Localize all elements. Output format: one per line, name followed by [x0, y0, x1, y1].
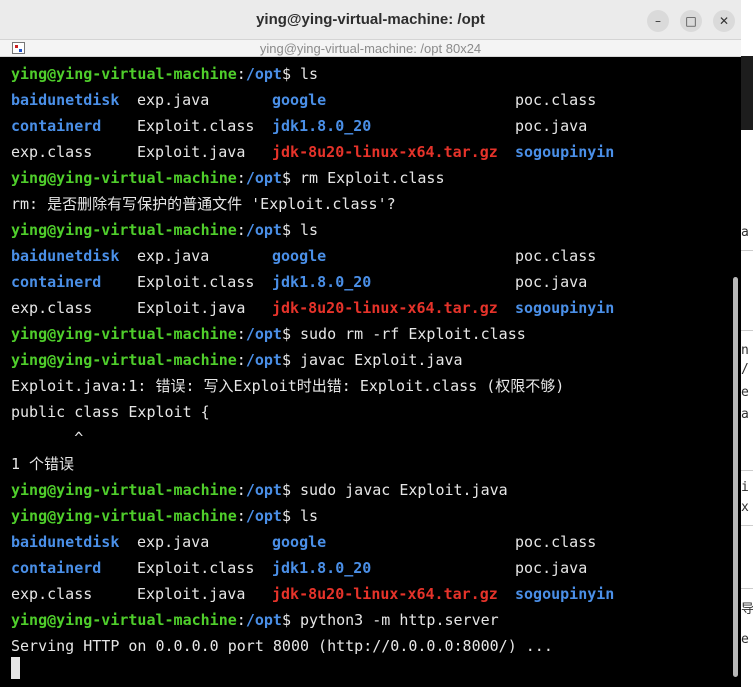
listing-item: poc.class: [515, 247, 597, 265]
prompt-line: ying@ying-virtual-machine:/opt$ python3 …: [11, 611, 499, 629]
command-text: sudo javac Exploit.java: [300, 481, 508, 499]
listing-item: google: [272, 533, 327, 551]
ls-row: containerd Exploit.class jdk1.8.0_20 poc…: [11, 269, 731, 295]
listing-item: poc.class: [515, 91, 597, 109]
listing-item: jdk-8u20-linux-x64.tar.gz: [272, 299, 498, 317]
scrollbar-thumb[interactable]: [733, 277, 738, 677]
ls-row: baidunetdisk exp.java google poc.class: [11, 529, 731, 555]
listing-item: exp.class: [11, 585, 93, 603]
window-title: ying@ying-virtual-machine: /opt: [256, 11, 485, 28]
listing-item: sogoupinyin: [515, 585, 615, 603]
listing-item: Exploit.java: [137, 585, 246, 603]
listing-item: Exploit.java: [137, 299, 246, 317]
ls-row: baidunetdisk exp.java google poc.class: [11, 243, 731, 269]
listing-item: exp.java: [137, 91, 210, 109]
output-line: Serving HTTP on 0.0.0.0 port 8000 (http:…: [11, 637, 553, 655]
ls-row: baidunetdisk exp.java google poc.class: [11, 87, 731, 113]
listing-item: baidunetdisk: [11, 247, 120, 265]
listing-item: google: [272, 247, 327, 265]
output-line: public class Exploit {: [11, 403, 210, 421]
ls-row: exp.class Exploit.java jdk-8u20-linux-x6…: [11, 581, 731, 607]
terminal-window: ying@ying-virtual-machine: /opt – □ ✕ yi…: [0, 0, 741, 687]
command-text: ls: [300, 507, 319, 525]
ls-row: exp.class Exploit.java jdk-8u20-linux-x6…: [11, 295, 731, 321]
listing-item: containerd: [11, 559, 102, 577]
listing-item: poc.java: [515, 273, 588, 291]
background-window-right: a n / e a i x 导 e: [741, 0, 753, 687]
listing-item: Exploit.java: [137, 143, 246, 161]
command-text: rm Exploit.class: [300, 169, 445, 187]
prompt-line: ying@ying-virtual-machine:/opt$ sudo rm …: [11, 325, 526, 343]
prompt-line: ying@ying-virtual-machine:/opt$ ls: [11, 221, 319, 239]
command-text: javac Exploit.java: [300, 351, 463, 369]
ls-row: containerd Exploit.class jdk1.8.0_20 poc…: [11, 555, 731, 581]
listing-item: poc.java: [515, 559, 588, 577]
maximize-icon[interactable]: □: [680, 10, 702, 32]
minimize-icon[interactable]: –: [647, 10, 669, 32]
listing-item: Exploit.class: [137, 559, 255, 577]
prompt-path: /opt: [245, 65, 282, 83]
listing-item: jdk-8u20-linux-x64.tar.gz: [272, 585, 498, 603]
prompt-line: ying@ying-virtual-machine:/opt$ sudo jav…: [11, 481, 508, 499]
listing-item: poc.java: [515, 117, 588, 135]
listing-item: containerd: [11, 273, 102, 291]
listing-item: Exploit.class: [137, 117, 255, 135]
ls-row: containerd Exploit.class jdk1.8.0_20 poc…: [11, 113, 731, 139]
listing-item: exp.java: [137, 247, 210, 265]
listing-item: sogoupinyin: [515, 143, 615, 161]
prompt-line: ying@ying-virtual-machine:/opt$ ls: [11, 507, 319, 525]
listing-item: exp.class: [11, 143, 93, 161]
listing-item: google: [272, 91, 327, 109]
command-text: ls: [300, 221, 319, 239]
prompt-user-host: ying@ying-virtual-machine: [11, 65, 237, 83]
output-line: Exploit.java:1: 错误: 写入Exploit时出错: Exploi…: [11, 377, 565, 395]
listing-item: exp.class: [11, 299, 93, 317]
command-text: python3 -m http.server: [300, 611, 499, 629]
terminal-output[interactable]: ying@ying-virtual-machine:/opt$ ls baidu…: [0, 57, 741, 687]
prompt-line: ying@ying-virtual-machine:/opt$ javac Ex…: [11, 351, 463, 369]
listing-item: baidunetdisk: [11, 91, 120, 109]
prompt-line: ying@ying-virtual-machine:/opt$ rm Explo…: [11, 169, 445, 187]
listing-item: poc.class: [515, 533, 597, 551]
output-line: rm: 是否删除有写保护的普通文件 'Exploit.class'?: [11, 195, 396, 213]
prompt-line: ying@ying-virtual-machine:/opt$ ls: [11, 65, 319, 83]
close-icon[interactable]: ✕: [713, 10, 735, 32]
listing-item: jdk-8u20-linux-x64.tar.gz: [272, 143, 498, 161]
output-line: 1 个错误: [11, 455, 75, 473]
listing-item: jdk1.8.0_20: [272, 559, 372, 577]
listing-item: exp.java: [137, 533, 210, 551]
tab-bar: ying@ying-virtual-machine: /opt 80x24: [0, 40, 741, 57]
text-cursor: [11, 657, 20, 679]
listing-item: containerd: [11, 117, 102, 135]
command-text: ls: [300, 65, 319, 83]
listing-item: jdk1.8.0_20: [272, 117, 372, 135]
terminal-size-title: ying@ying-virtual-machine: /opt 80x24: [259, 41, 482, 56]
listing-item: sogoupinyin: [515, 299, 615, 317]
listing-item: baidunetdisk: [11, 533, 120, 551]
title-bar[interactable]: ying@ying-virtual-machine: /opt – □ ✕: [0, 0, 741, 40]
ls-row: exp.class Exploit.java jdk-8u20-linux-x6…: [11, 139, 731, 165]
listing-item: jdk1.8.0_20: [272, 273, 372, 291]
command-text: sudo rm -rf Exploit.class: [300, 325, 526, 343]
output-line: ^: [11, 429, 84, 447]
listing-item: Exploit.class: [137, 273, 255, 291]
